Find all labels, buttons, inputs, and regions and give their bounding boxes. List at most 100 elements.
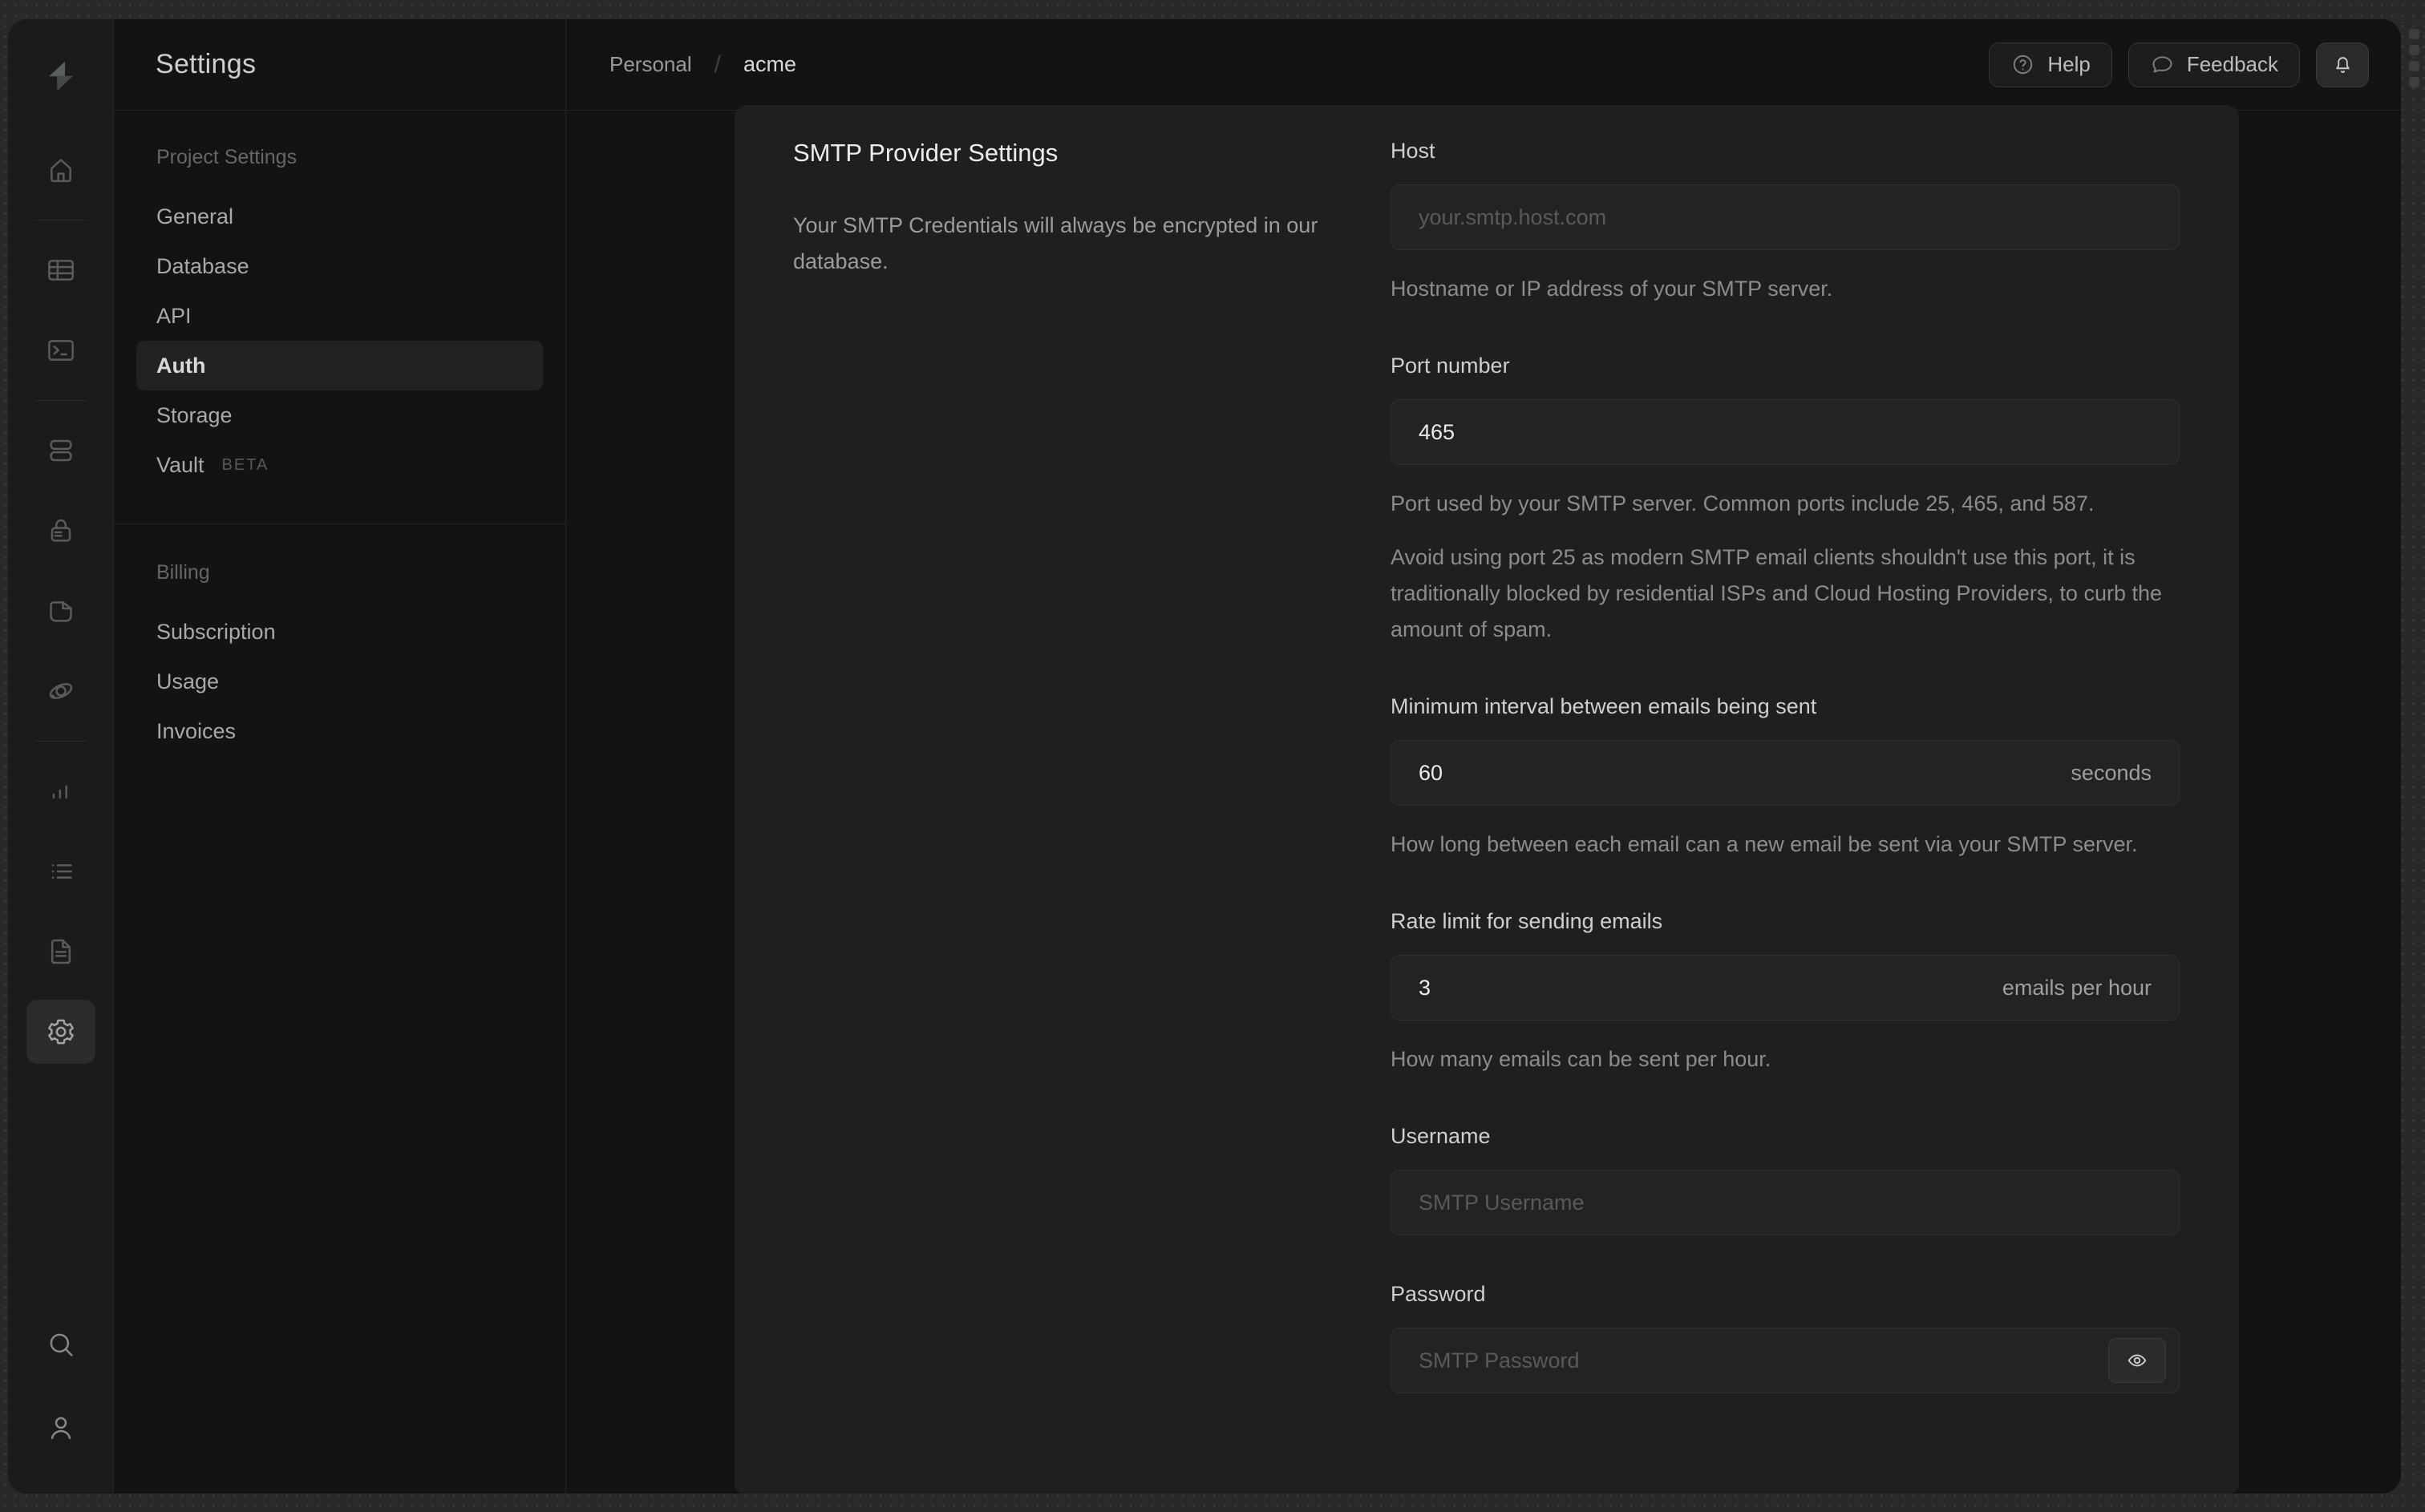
auth-icon <box>45 515 77 547</box>
minimum-interval-input-box: seconds <box>1391 740 2180 806</box>
scrollbar-dot <box>2409 61 2419 71</box>
sidebar-item-api[interactable]: API <box>136 291 543 341</box>
breadcrumb-org[interactable]: Personal <box>609 52 692 77</box>
sidebar-item-storage[interactable]: Storage <box>136 390 543 440</box>
rail-database-button[interactable] <box>26 418 95 483</box>
rail-bottom-nav <box>26 1312 95 1460</box>
username-label: Username <box>1391 1124 1491 1148</box>
sidebar-item-label: Vault <box>156 452 204 477</box>
input-suffix: emails per hour <box>2002 975 2152 1000</box>
rail-divider <box>34 741 87 742</box>
supabase-bolt-icon <box>48 61 73 91</box>
rail-table-editor-button[interactable] <box>26 238 95 302</box>
main-area: Personal / acme Help Feedback SMTP Provi… <box>566 19 2401 1494</box>
scrollbar-dot <box>2409 45 2419 55</box>
bell-icon <box>2330 52 2355 77</box>
help-button[interactable]: Help <box>1989 42 2112 87</box>
search-icon <box>45 1328 77 1360</box>
field-helper: Hostname or IP address of your SMTP serv… <box>1391 277 1833 301</box>
rate-limit-label: Rate limit for sending emails <box>1391 909 1663 933</box>
host-input-box <box>1391 184 2180 250</box>
sidebar-item-label: API <box>156 303 192 328</box>
sql-editor-icon <box>45 334 77 366</box>
help-circle-icon <box>2010 52 2035 77</box>
rail-search-button[interactable] <box>26 1312 95 1377</box>
minimum-interval-label: Minimum interval between emails being se… <box>1391 694 1817 718</box>
speech-bubble-icon <box>2150 52 2175 77</box>
field-helper: Avoid using port 25 as modern SMTP email… <box>1391 545 2163 641</box>
port-input-box <box>1391 399 2180 465</box>
smtp-settings-panel: SMTP Provider Settings Your SMTP Credent… <box>735 105 2239 1494</box>
field-username: Username <box>1391 1124 2180 1235</box>
rail-reports-button[interactable] <box>26 759 95 823</box>
rail-storage-button[interactable] <box>26 579 95 643</box>
sidebar-item-vault[interactable]: Vault BETA <box>136 440 543 490</box>
password-input[interactable] <box>1419 1348 2092 1373</box>
minimum-interval-input[interactable] <box>1419 760 2055 786</box>
window-scrollbar[interactable] <box>2409 29 2419 87</box>
rail-main-nav <box>26 130 95 1072</box>
password-input-box <box>1391 1328 2180 1393</box>
sidebar-item-invoices[interactable]: Invoices <box>136 706 543 756</box>
home-icon <box>45 154 77 186</box>
user-icon <box>45 1412 77 1444</box>
sidebar-item-label: General <box>156 204 234 228</box>
smtp-form: Host Hostname or IP address of your SMTP … <box>1391 139 2180 1494</box>
sidebar-item-auth[interactable]: Auth <box>136 341 543 390</box>
field-rate-limit: Rate limit for sending emails emails per … <box>1391 909 2180 1077</box>
host-label: Host <box>1391 139 1435 163</box>
password-label: Password <box>1391 1282 1486 1306</box>
help-button-label: Help <box>2047 52 2091 76</box>
rail-docs-button[interactable] <box>26 920 95 984</box>
sidebar-section-heading: Billing <box>156 561 210 584</box>
rail-home-button[interactable] <box>26 138 95 202</box>
field-helper: How many emails can be sent per hour. <box>1391 1047 1771 1071</box>
supabase-logo[interactable] <box>27 50 95 103</box>
field-helper: How long between each email can a new em… <box>1391 832 2138 856</box>
reveal-password-button[interactable] <box>2108 1338 2166 1383</box>
notifications-button[interactable] <box>2316 42 2369 87</box>
sidebar-item-database[interactable]: Database <box>136 241 543 291</box>
reports-icon <box>45 775 77 807</box>
header-actions: Help Feedback <box>1989 42 2369 87</box>
panel-intro: SMTP Provider Settings Your SMTP Credent… <box>793 139 1322 1494</box>
field-port: Port number Port used by your SMTP server… <box>1391 354 2180 648</box>
database-icon <box>45 435 77 467</box>
beta-badge: BETA <box>221 455 269 474</box>
field-host: Host Hostname or IP address of your SMTP … <box>1391 139 2180 307</box>
rail-user-button[interactable] <box>26 1396 95 1460</box>
feedback-button-label: Feedback <box>2186 52 2278 76</box>
logs-icon <box>45 855 77 887</box>
rail-realtime-button[interactable] <box>26 659 95 723</box>
field-password: Password <box>1391 1282 2180 1393</box>
sidebar-item-label: Usage <box>156 669 220 693</box>
rate-limit-input[interactable] <box>1419 975 1986 1001</box>
breadcrumb-project[interactable]: acme <box>743 52 796 77</box>
sidebar-item-general[interactable]: General <box>136 192 543 241</box>
breadcrumb-separator: / <box>714 51 721 78</box>
username-input[interactable] <box>1419 1190 2152 1215</box>
port-input[interactable] <box>1419 419 2152 445</box>
panel-description: Your SMTP Credentials will always be enc… <box>793 213 1318 273</box>
settings-icon <box>45 1016 77 1048</box>
sidebar-item-usage[interactable]: Usage <box>136 657 543 706</box>
table-editor-icon <box>45 254 77 286</box>
rate-limit-input-box: emails per hour <box>1391 955 2180 1021</box>
rail-sql-editor-button[interactable] <box>26 318 95 382</box>
eye-icon <box>2125 1348 2149 1373</box>
breadcrumb: Personal / acme <box>609 51 796 79</box>
feedback-button[interactable]: Feedback <box>2127 42 2300 87</box>
page-title: Settings <box>156 49 257 79</box>
rail-divider <box>34 400 87 401</box>
rail-settings-button[interactable] <box>26 1000 95 1064</box>
rail-auth-button[interactable] <box>26 499 95 563</box>
top-header: Personal / acme Help Feedback <box>566 19 2401 111</box>
panel-title: SMTP Provider Settings <box>793 139 1059 167</box>
username-input-box <box>1391 1170 2180 1235</box>
realtime-icon <box>45 675 77 707</box>
host-input[interactable] <box>1419 204 2152 230</box>
sidebar-item-subscription[interactable]: Subscription <box>136 607 543 657</box>
rail-logs-button[interactable] <box>26 839 95 904</box>
sidebar-item-label: Auth <box>156 353 206 378</box>
scrollbar-dot <box>2409 29 2419 39</box>
